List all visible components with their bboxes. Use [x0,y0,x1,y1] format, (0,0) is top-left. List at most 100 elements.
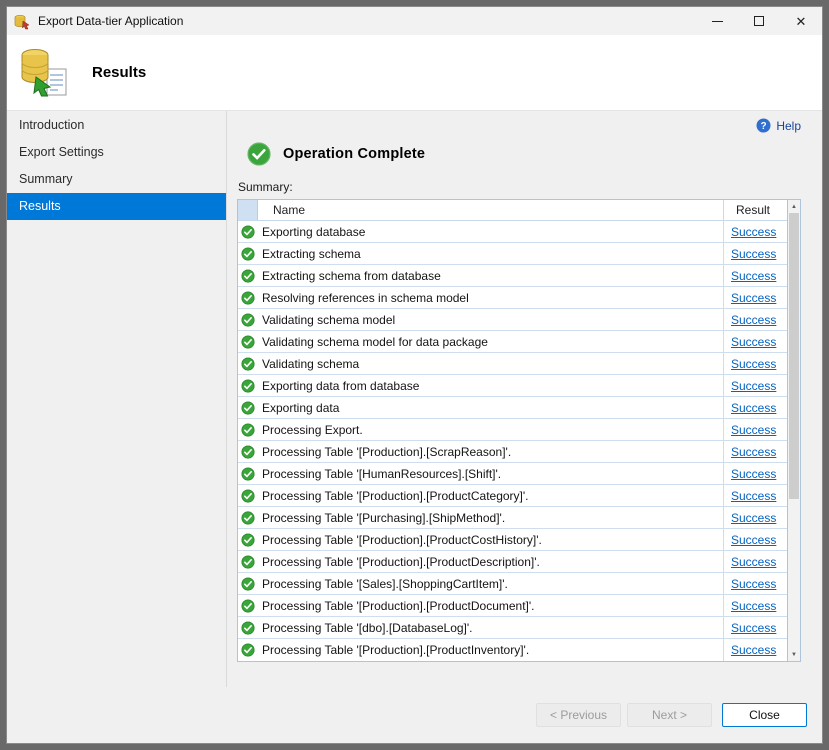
row-name: Extracting schema from database [258,265,724,286]
table-row[interactable]: Resolving references in schema modelSucc… [238,287,787,309]
table-row[interactable]: Validating schema model Success [238,309,787,331]
operation-status: Operation Complete [247,141,801,167]
minimize-icon[interactable] [696,7,738,35]
row-result: Success [724,573,787,594]
row-name: Processing Export. [258,419,724,440]
results-table-body: Exporting databaseSuccessExtracting sche… [238,221,787,661]
table-row[interactable]: Exporting data from databaseSuccess [238,375,787,397]
row-result-link[interactable]: Success [731,533,776,547]
table-row[interactable]: Processing Table '[Production].[ProductC… [238,529,787,551]
row-success-check-icon [238,309,258,330]
maximize-icon[interactable] [738,7,780,35]
row-success-check-icon [238,485,258,506]
table-row[interactable]: Processing Table '[HumanResources].[Shif… [238,463,787,485]
row-result-link[interactable]: Success [731,247,776,261]
close-button[interactable]: Close [722,703,807,727]
row-success-check-icon [238,243,258,264]
row-result: Success [724,507,787,528]
row-success-check-icon [238,353,258,374]
table-row[interactable]: Extracting schema from database Success [238,265,787,287]
row-result-link[interactable]: Success [731,335,776,349]
row-name: Processing Table '[Production].[ScrapRea… [258,441,724,462]
table-row[interactable]: Validating schema model for data package… [238,331,787,353]
row-success-check-icon [238,331,258,352]
status-title: Operation Complete [283,146,425,162]
table-row[interactable]: Processing Table '[Production].[ProductD… [238,551,787,573]
sidebar-item-results[interactable]: Results [7,193,226,220]
row-result-link[interactable]: Success [731,577,776,591]
window-controls: ✕ [696,7,822,35]
row-result-link[interactable]: Success [731,643,776,657]
scroll-up-icon[interactable]: ▲ [788,200,800,213]
icon-column-header [238,200,258,220]
table-row[interactable]: Validating schema Success [238,353,787,375]
table-row[interactable]: Processing Table '[Sales].[ShoppingCartI… [238,573,787,595]
table-row[interactable]: Processing Table '[dbo].[DatabaseLog]'. S… [238,617,787,639]
row-result-link[interactable]: Success [731,313,776,327]
scroll-down-icon[interactable]: ▼ [788,648,800,661]
sidebar-item-export-settings[interactable]: Export Settings [7,139,226,166]
row-result-link[interactable]: Success [731,599,776,613]
table-row[interactable]: Processing Table '[Production].[ProductC… [238,485,787,507]
row-name: Processing Table '[Sales].[ShoppingCartI… [258,573,724,594]
row-success-check-icon [238,463,258,484]
row-result-link[interactable]: Success [731,401,776,415]
row-success-check-icon [238,551,258,572]
previous-button[interactable]: < Previous [536,703,621,727]
row-name: Processing Table '[dbo].[DatabaseLog]'. [258,617,724,638]
wizard-header: Results [7,35,822,111]
help-link[interactable]: ? Help [756,118,801,133]
row-result-link[interactable]: Success [731,225,776,239]
scrollbar-thumb[interactable] [789,213,799,499]
row-success-check-icon [238,441,258,462]
row-success-check-icon [238,529,258,550]
row-success-check-icon [238,507,258,528]
row-result: Success [724,551,787,572]
name-column-header[interactable]: Name [258,200,724,220]
table-row[interactable]: Processing Table '[Production].[ProductI… [238,639,787,661]
next-button[interactable]: Next > [627,703,712,727]
sidebar-item-summary[interactable]: Summary [7,166,226,193]
row-result-link[interactable]: Success [731,269,776,283]
row-result-link[interactable]: Success [731,511,776,525]
row-result-link[interactable]: Success [731,445,776,459]
table-row[interactable]: Extracting schema Success [238,243,787,265]
row-result-link[interactable]: Success [731,621,776,635]
row-name: Validating schema model [258,309,724,330]
table-row[interactable]: Processing Export. Success [238,419,787,441]
table-row[interactable]: Exporting database Success [238,221,787,243]
row-result-link[interactable]: Success [731,467,776,481]
title-bar: Export Data-tier Application ✕ [7,7,822,35]
row-result: Success [724,287,787,308]
row-result-link[interactable]: Success [731,291,776,305]
row-result: Success [724,397,787,418]
table-row[interactable]: Exporting data Success [238,397,787,419]
table-row[interactable]: Processing Table '[Production].[ScrapRea… [238,441,787,463]
table-row[interactable]: Processing Table '[Purchasing].[ShipMeth… [238,507,787,529]
window-title: Export Data-tier Application [38,14,183,28]
row-name: Validating schema [258,353,724,374]
vertical-scrollbar[interactable]: ▲ ▼ [788,199,801,662]
row-success-check-icon [238,573,258,594]
row-result-link[interactable]: Success [731,379,776,393]
row-name: Processing Table '[HumanResources].[Shif… [258,463,724,484]
results-table: Name Result Exporting databaseSuccessExt… [237,199,788,662]
row-name: Validating schema model for data package [258,331,724,352]
row-result-link[interactable]: Success [731,423,776,437]
result-column-header[interactable]: Result [724,200,787,220]
row-result: Success [724,639,787,661]
table-row[interactable]: Processing Table '[Production].[ProductD… [238,595,787,617]
sidebar-item-introduction[interactable]: Introduction [7,112,226,139]
row-name: Exporting data [258,397,724,418]
row-name: Processing Table '[Production].[ProductC… [258,529,724,550]
row-name: Exporting database [258,221,724,242]
row-result-link[interactable]: Success [731,489,776,503]
row-result: Success [724,265,787,286]
row-success-check-icon [238,287,258,308]
row-result: Success [724,375,787,396]
close-icon[interactable]: ✕ [780,7,822,35]
row-result-link[interactable]: Success [731,555,776,569]
row-name: Extracting schema [258,243,724,264]
export-database-icon [20,47,72,99]
row-result-link[interactable]: Success [731,357,776,371]
